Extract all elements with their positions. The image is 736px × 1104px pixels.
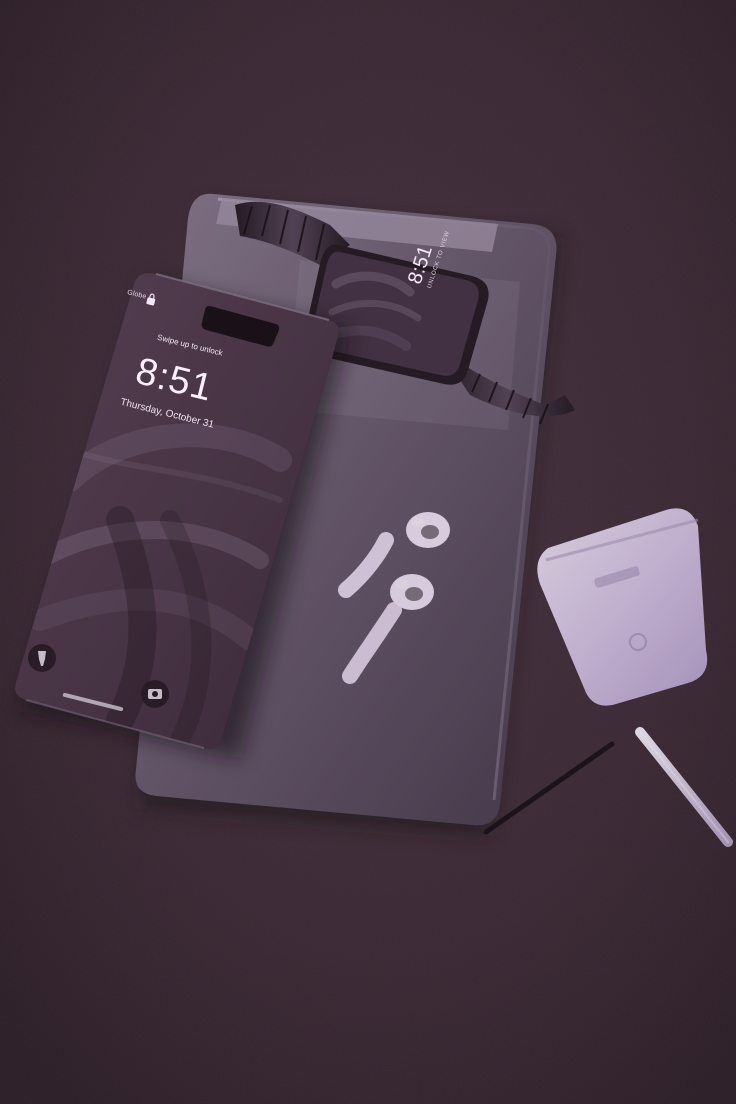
product-photo-scene: Globe Swipe up to unlock 8:51 Thursday, … — [0, 0, 736, 1104]
photo-illustration — [0, 0, 736, 1104]
